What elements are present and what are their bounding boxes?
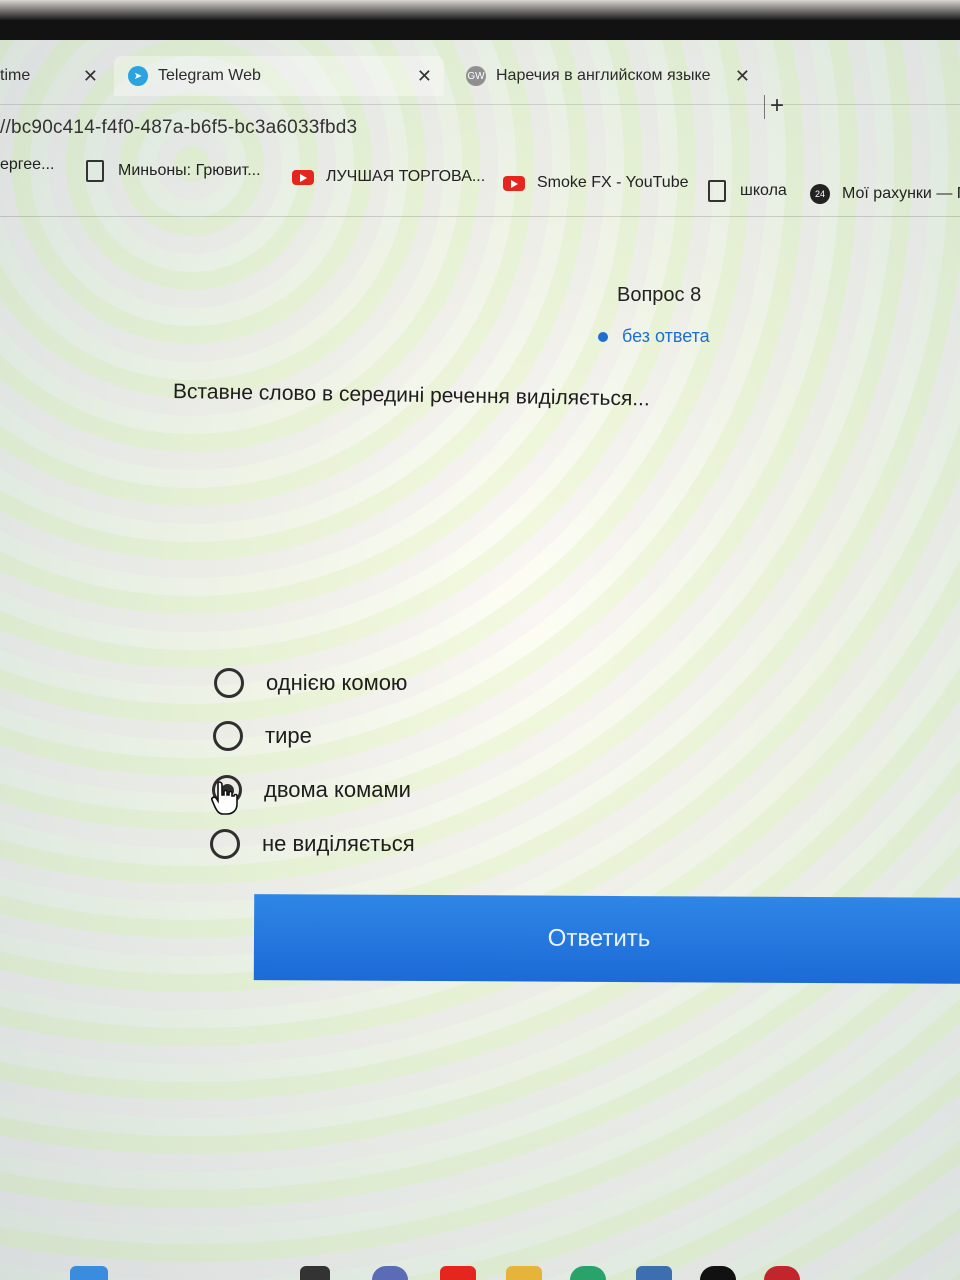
address-bar[interactable]: //bc90c414-f4f0-487a-b6f5-bc3a6033fbd3 <box>0 104 960 145</box>
option-label[interactable]: тире <box>265 723 312 749</box>
bookmark-item[interactable]: ергее... <box>0 156 54 174</box>
answer-option[interactable]: однією комою <box>214 668 407 698</box>
bookmark-label: ЛУЧШАЯ ТОРГОВА... <box>326 168 486 185</box>
tab-narechiya[interactable]: GW Наречия в английском языке (/ ✕ <box>452 56 762 96</box>
youtube-icon <box>292 169 314 185</box>
folder-icon[interactable] <box>506 1266 542 1280</box>
bookmark-label: школа <box>740 182 787 199</box>
screen: time ✕ ➤ Telegram Web ✕ GW Наречия в анг… <box>0 40 960 1280</box>
question-text: Вставне слово в середині речення виділяє… <box>172 380 650 411</box>
document-icon <box>86 160 104 182</box>
status-badge: без ответа <box>598 326 710 347</box>
tiktok-icon[interactable] <box>700 1266 736 1280</box>
windows-start-icon[interactable] <box>70 1266 108 1280</box>
bookmark-item[interactable]: 24 Мої рахунки — Г <box>810 184 960 204</box>
option-label[interactable]: двома комами <box>264 777 411 803</box>
opera-icon[interactable] <box>764 1266 800 1280</box>
status-text: без ответа <box>622 326 710 346</box>
tab-strip: time ✕ ➤ Telegram Web ✕ GW Наречия в анг… <box>0 50 960 96</box>
close-icon[interactable]: ✕ <box>417 66 432 87</box>
bookmark-label: Smoke FX - YouTube <box>537 174 689 191</box>
bookmark-label: Миньоны: Грювит... <box>118 162 261 179</box>
answer-option[interactable]: тире <box>213 721 312 751</box>
bookmark-item[interactable]: Миньоны: Грювит... <box>86 160 261 182</box>
submit-button[interactable]: Ответить <box>253 894 960 984</box>
answer-option[interactable]: не виділяється <box>210 829 415 859</box>
answer-option[interactable]: двома комами <box>212 775 411 805</box>
gw-icon: GW <box>466 66 486 86</box>
status-dot-icon <box>598 331 608 342</box>
bookmarks-bar: ергее... Миньоны: Грювит... ЛУЧШАЯ ТОРГО… <box>0 146 960 217</box>
youtube-icon[interactable] <box>440 1266 476 1280</box>
youtube-icon <box>503 175 525 191</box>
privat24-icon: 24 <box>810 184 830 204</box>
tab-telegram[interactable]: ➤ Telegram Web ✕ <box>114 56 444 96</box>
option-label[interactable]: однією комою <box>266 670 407 696</box>
radio-button[interactable] <box>210 829 240 859</box>
radio-button[interactable] <box>213 721 243 751</box>
option-label[interactable]: не виділяється <box>262 831 415 857</box>
hand-cursor-icon <box>211 781 238 815</box>
telegram-icon: ➤ <box>128 66 148 86</box>
mail-icon[interactable] <box>636 1266 672 1280</box>
url-text[interactable]: //bc90c414-f4f0-487a-b6f5-bc3a6033fbd3 <box>0 117 357 139</box>
question-number: Вопрос 8 <box>617 284 702 306</box>
bookmark-label: ергее... <box>0 156 55 173</box>
bookmark-item[interactable]: школа <box>708 180 787 202</box>
tab-time[interactable]: time ✕ <box>0 56 110 96</box>
bookmark-label: Мої рахунки — Г <box>842 185 960 202</box>
tab-title: Наречия в английском языке (/ <box>496 67 716 84</box>
edge-icon[interactable] <box>570 1266 606 1280</box>
taskbar-app-icon[interactable] <box>300 1266 330 1280</box>
submit-label: Ответить <box>547 924 651 953</box>
document-icon <box>708 180 726 202</box>
bookmark-item[interactable]: ЛУЧШАЯ ТОРГОВА... <box>292 168 485 186</box>
close-icon[interactable]: ✕ <box>83 66 98 87</box>
tab-title: Telegram Web <box>158 67 261 84</box>
bookmark-item[interactable]: Smoke FX - YouTube <box>503 174 689 192</box>
taskbar <box>0 1258 960 1280</box>
close-icon[interactable]: ✕ <box>735 66 750 87</box>
taskbar-app-icon[interactable] <box>372 1266 408 1280</box>
tab-title: time <box>0 67 31 84</box>
radio-button[interactable] <box>214 668 244 698</box>
